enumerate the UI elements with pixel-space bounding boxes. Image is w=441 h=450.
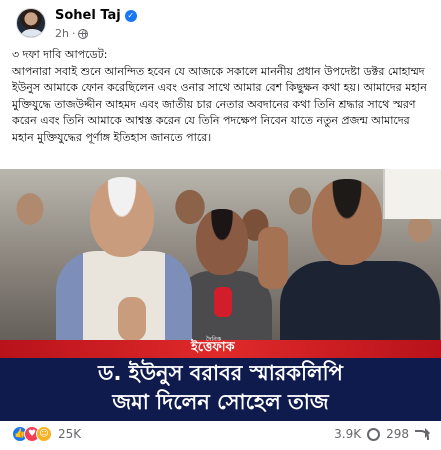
microphone <box>214 287 232 317</box>
post-paragraph: আপনারা সবাই শুনে আনন্দিত হবেন যে আজকে সক… <box>12 64 427 144</box>
comment-count[interactable]: 3.9K <box>334 427 361 441</box>
yunus-hand <box>118 297 146 341</box>
verified-badge-icon: ✓ <box>124 9 137 22</box>
post-card: Sohel Taj ✓ 2h · ৩ দফা দাবি আপডেট: আপনার… <box>0 0 441 450</box>
headline-line-1: ড. ইউনুস বরাবর স্মারকলিপি <box>98 361 343 385</box>
post-paragraph: ৩ দফা দাবি আপডেট: <box>12 48 108 61</box>
headline-text: ড. ইউনুস বরাবর স্মারকলিপি জমা দিলেন সোহে… <box>0 359 441 417</box>
share-icon[interactable] <box>415 428 430 440</box>
comment-icon[interactable] <box>367 427 381 441</box>
background-banner <box>383 169 441 219</box>
reaction-count[interactable]: 25K <box>58 427 81 441</box>
post-header: Sohel Taj ✓ 2h · <box>0 0 441 44</box>
reaction-summary[interactable]: 👍 ♥ ☺ 25K <box>12 426 81 442</box>
headline-line-2: জমা দিলেন সোহেল তাজ <box>112 390 329 414</box>
avatar-shirt <box>21 29 43 37</box>
avatar[interactable] <box>16 8 46 38</box>
newspaper-logo: ইত্তেফাক <box>191 340 235 355</box>
meta-separator: · <box>71 27 76 40</box>
yunus-head <box>90 177 154 257</box>
share-count[interactable]: 298 <box>386 427 409 441</box>
engagement-stats: 3.9K 298 <box>334 427 430 441</box>
post-photo[interactable]: দৈনিক ইত্তেফাক ড. ইউনুস বরাবর স্মারকলিপি… <box>0 169 441 421</box>
globe-icon[interactable] <box>78 28 89 39</box>
sohel-hand <box>258 227 288 289</box>
timestamp[interactable]: 2h <box>55 27 69 40</box>
reporter-head <box>196 209 248 275</box>
post-text: ৩ দফা দাবি আপডেট: আপনারা সবাই শুনে আনন্দ… <box>12 47 432 146</box>
author-row: Sohel Taj ✓ <box>55 8 137 23</box>
sohel-head <box>312 179 382 265</box>
post-meta: 2h · <box>55 27 89 40</box>
author-name[interactable]: Sohel Taj <box>55 8 121 23</box>
haha-icon: ☺ <box>36 426 52 442</box>
